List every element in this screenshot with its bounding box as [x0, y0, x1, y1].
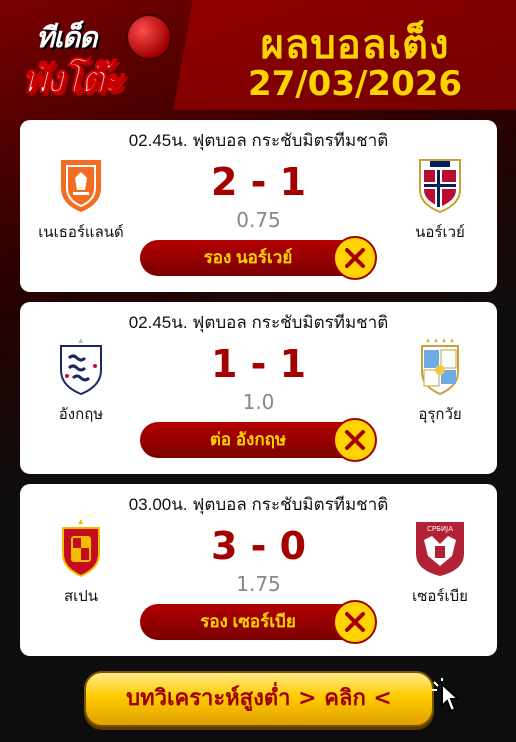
away-team-name: นอร์เวย์	[415, 224, 465, 241]
analysis-link-button[interactable]: บทวิเคราะห์สูงต่ำ > คลิก <	[84, 671, 434, 727]
result-badge	[333, 600, 377, 644]
x-icon	[345, 612, 365, 632]
away-team-name: อุรุกวัย	[418, 406, 462, 423]
away-team-name: เซอร์เบีย	[412, 588, 468, 605]
match-card-1: 02.45น. ฟุตบอล กระชับมิตรทีมชาติ เนเธอร์…	[20, 120, 497, 292]
match-league: 02.45น. ฟุตบอล กระชับมิตรทีมชาติ	[128, 313, 389, 332]
match-card-3: 03.00น. ฟุตบอล กระชับมิตรทีมชาติ สเปน 3 …	[20, 484, 497, 656]
site-logo[interactable]: ทีเด็ด พังโต๊ะ	[21, 14, 172, 102]
match-card-2: 02.45น. ฟุตบอล กระชับมิตรทีมชาติ อังกฤษ …	[20, 302, 497, 474]
match-league: 03.00น. ฟุตบอล กระชับมิตรทีมชาติ	[128, 495, 389, 514]
away-team: นอร์เวย์	[395, 154, 485, 244]
header: ทีเด็ด พังโต๊ะ ผลบอลเต็ง 27/03/2026	[0, 0, 516, 118]
result-badge	[333, 236, 377, 280]
match-league: 02.45น. ฟุตบอล กระชับมิตรทีมชาติ	[128, 131, 389, 150]
logo-text-bottom: พังโต๊ะ	[21, 57, 123, 102]
hand-cursor-icon	[428, 676, 472, 724]
away-team: СРБИЈА เซอร์เบีย	[395, 518, 485, 608]
page-date: 27/03/2026	[247, 64, 463, 104]
x-icon	[345, 248, 365, 268]
serbia-crest-icon: СРБИЈА	[410, 518, 470, 578]
uruguay-crest-icon	[410, 336, 470, 396]
norway-crest-icon	[410, 154, 470, 214]
football-icon	[126, 14, 172, 60]
result-badge	[333, 418, 377, 462]
serbia-crest-text: СРБИЈА	[427, 525, 453, 533]
away-team: อุรุกวัย	[395, 336, 485, 426]
x-icon	[345, 430, 365, 450]
